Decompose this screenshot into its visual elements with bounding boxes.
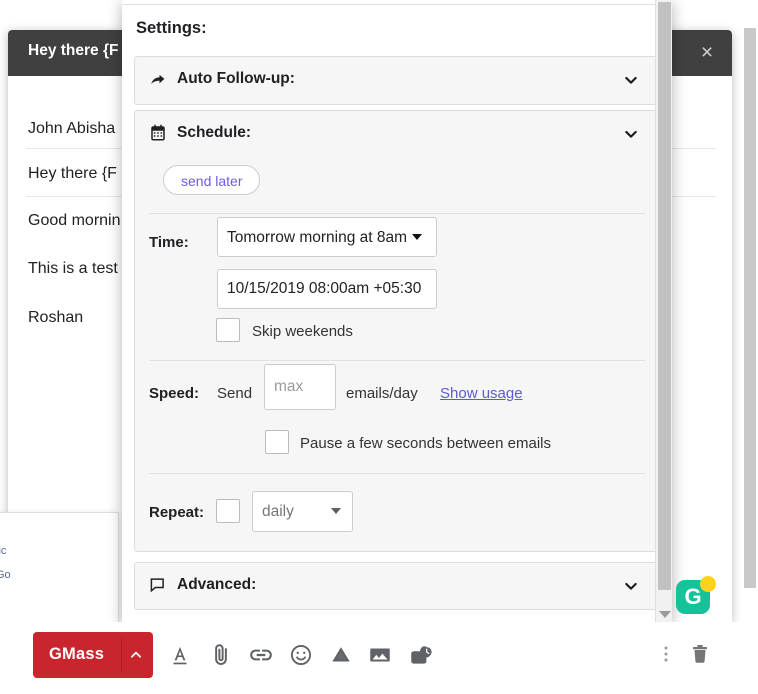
divider bbox=[122, 4, 672, 5]
chevron-down-icon[interactable] bbox=[623, 126, 639, 142]
google-drive-icon[interactable] bbox=[328, 642, 354, 668]
section-schedule: Schedule: send later Time: Tomorrow morn… bbox=[134, 110, 658, 552]
compose-line-greeting: Good mornin bbox=[28, 212, 121, 229]
gmass-send-button[interactable]: GMass bbox=[33, 632, 153, 678]
chevron-down-icon[interactable] bbox=[623, 72, 639, 88]
time-preset-select[interactable]: Tomorrow morning at 8am bbox=[217, 217, 437, 257]
divider bbox=[121, 637, 122, 673]
background-panel-line: Go bbox=[0, 569, 11, 581]
emails-per-day-label: emails/day bbox=[346, 385, 418, 402]
compose-toolbar: GMass bbox=[0, 622, 742, 694]
gmass-settings-panel: Settings: Auto Follow-up: Schedule: send… bbox=[122, 0, 672, 622]
scheduled-datetime-input[interactable] bbox=[217, 269, 437, 309]
background-panel-line: lic bbox=[0, 545, 7, 557]
compose-line-signature: Roshan bbox=[28, 309, 84, 326]
divider bbox=[149, 213, 645, 214]
show-usage-link[interactable]: Show usage bbox=[440, 385, 523, 402]
text-format-icon[interactable] bbox=[167, 642, 193, 668]
more-options-icon[interactable] bbox=[655, 641, 679, 667]
gmass-button-label: GMass bbox=[49, 645, 105, 663]
close-icon[interactable]: × bbox=[694, 40, 720, 66]
insert-photo-icon[interactable] bbox=[367, 642, 393, 668]
schedule-send-icon[interactable] bbox=[408, 642, 434, 668]
compose-line-subject: Hey there {F bbox=[28, 165, 117, 182]
section-advanced-label: Advanced: bbox=[177, 576, 257, 593]
scrollbar-thumb[interactable] bbox=[658, 2, 671, 590]
window-scrollbar[interactable] bbox=[742, 0, 758, 694]
section-schedule-label: Schedule: bbox=[177, 124, 252, 141]
section-auto-followup-label: Auto Follow-up: bbox=[177, 70, 295, 87]
repeat-interval-select[interactable]: daily bbox=[252, 491, 353, 532]
compose-line-body: This is a test bbox=[28, 260, 118, 277]
pause-between-emails-label: Pause a few seconds between emails bbox=[300, 435, 551, 452]
page-title: Settings: bbox=[136, 19, 207, 37]
insert-emoji-icon[interactable] bbox=[288, 642, 314, 668]
forward-arrow-icon bbox=[149, 70, 167, 88]
chevron-down-icon[interactable] bbox=[623, 578, 639, 594]
speed-emails-per-day-input[interactable] bbox=[264, 364, 336, 410]
send-later-button[interactable]: send later bbox=[163, 165, 261, 195]
repeat-checkbox[interactable] bbox=[216, 499, 240, 523]
speed-label: Speed: bbox=[149, 385, 200, 402]
section-auto-followup[interactable]: Auto Follow-up: bbox=[134, 56, 658, 105]
attach-file-icon[interactable] bbox=[208, 642, 234, 668]
background-panel: lic Go bbox=[0, 512, 119, 623]
divider bbox=[149, 360, 645, 361]
scrollbar-thumb[interactable] bbox=[744, 28, 756, 588]
scroll-down-arrow-icon[interactable] bbox=[659, 611, 671, 618]
caret-up-icon[interactable] bbox=[129, 648, 143, 662]
calendar-icon bbox=[149, 124, 167, 142]
divider bbox=[149, 473, 645, 474]
time-label: Time: bbox=[149, 234, 189, 251]
badge-notification-dot bbox=[700, 576, 716, 592]
discard-draft-icon[interactable] bbox=[688, 641, 712, 667]
compose-subject-title: Hey there {F bbox=[28, 42, 119, 59]
settings-panel-scrollbar[interactable] bbox=[655, 0, 672, 622]
pause-between-emails-checkbox[interactable] bbox=[265, 430, 289, 454]
repeat-label: Repeat: bbox=[149, 504, 205, 521]
insert-link-icon[interactable] bbox=[248, 642, 274, 668]
section-advanced[interactable]: Advanced: bbox=[134, 562, 658, 610]
send-word-label: Send bbox=[217, 385, 253, 402]
comment-icon bbox=[149, 576, 167, 594]
skip-weekends-label: Skip weekends bbox=[252, 323, 353, 340]
compose-line-sender: John Abisha bbox=[28, 120, 116, 137]
skip-weekends-checkbox[interactable] bbox=[216, 318, 240, 342]
